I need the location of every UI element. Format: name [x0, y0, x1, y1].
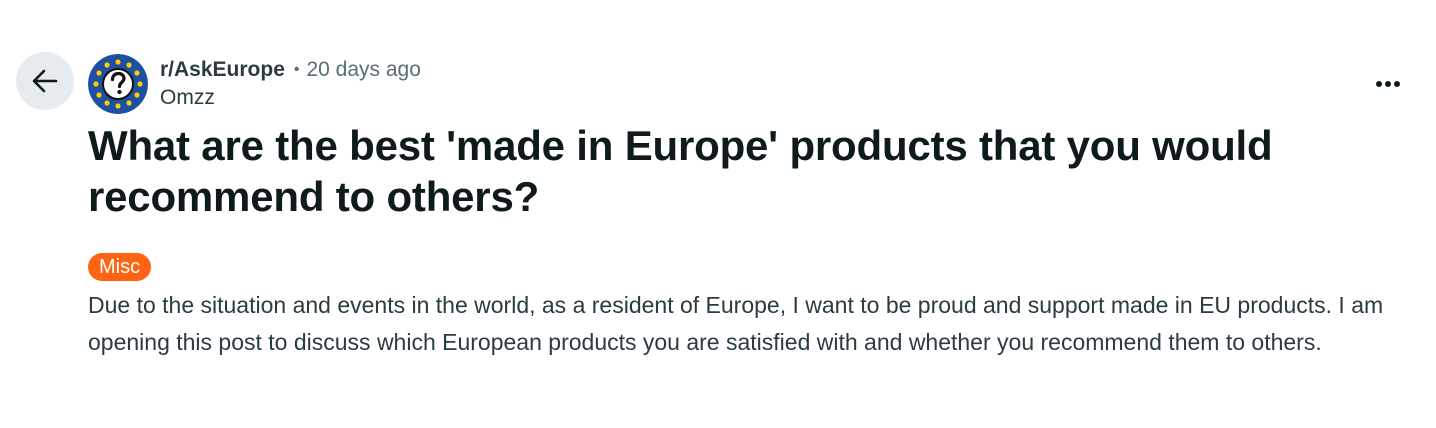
post-title: What are the best 'made in Europe' produ… — [88, 122, 1273, 220]
subreddit-avatar[interactable] — [88, 54, 148, 114]
post-timestamp: 20 days ago — [306, 58, 421, 81]
meta-separator: • — [293, 61, 300, 78]
more-horizontal-icon — [1376, 81, 1400, 87]
post-flair[interactable]: Misc — [88, 253, 152, 281]
back-button[interactable] — [16, 52, 74, 110]
post-meta: r/AskEurope • 20 days ago Omzz — [160, 57, 421, 111]
post-body: Due to the situation and events in the w… — [88, 292, 1384, 355]
more-options-button[interactable] — [1366, 64, 1410, 104]
subreddit-link[interactable]: r/AskEurope — [160, 57, 285, 83]
author-link[interactable]: Omzz — [160, 85, 421, 111]
post-meta-line: r/AskEurope • 20 days ago — [160, 57, 421, 83]
eu-question-mark-icon — [88, 54, 148, 114]
arrow-left-icon — [32, 69, 58, 93]
